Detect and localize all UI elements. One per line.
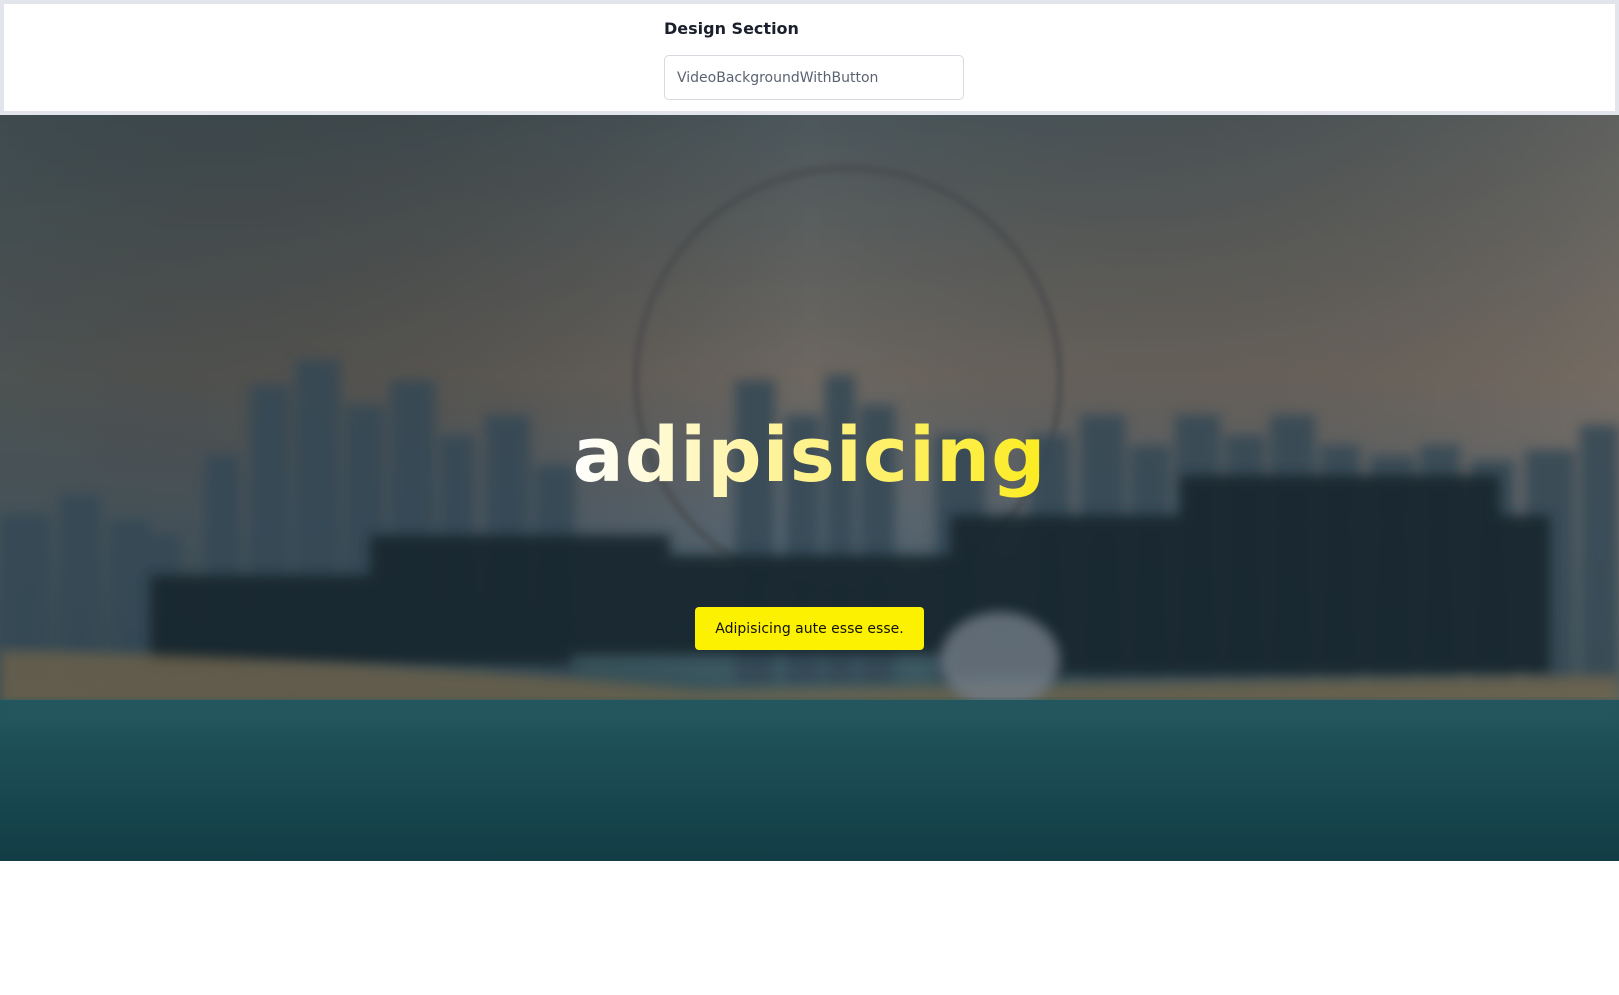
design-section: Design Section VideoBackgroundWithButton (660, 18, 964, 100)
video-background-hero: adipisicing Adipisicing aute esse esse. (0, 115, 1619, 861)
design-section-panel: Design Section VideoBackgroundWithButton (0, 0, 1619, 115)
hero-title-text: adipisicing (572, 410, 1047, 499)
design-select-field[interactable]: VideoBackgroundWithButton (664, 55, 964, 100)
hero-title: adipisicing (0, 410, 1619, 500)
hero-cta-button[interactable]: Adipisicing aute esse esse. (695, 607, 924, 650)
design-section-title: Design Section (664, 19, 799, 38)
